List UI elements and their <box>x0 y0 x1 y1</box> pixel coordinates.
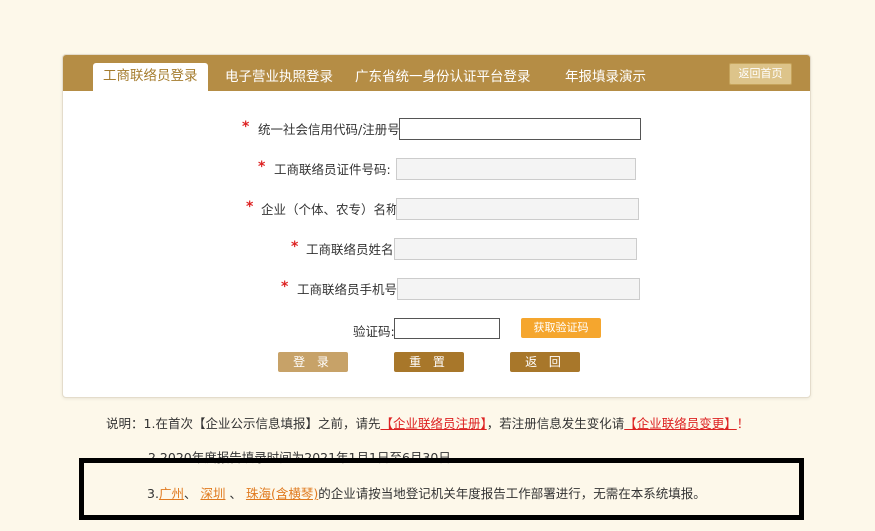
note-text: 1.在首次【企业公示信息填报】之前，请先 <box>143 416 381 431</box>
phone-input[interactable] <box>397 278 640 300</box>
required-mark: * <box>281 279 289 295</box>
id-number-label: 工商联络员证件号码: <box>274 162 391 177</box>
tab-contact-login[interactable]: 工商联络员登录 <box>93 63 208 91</box>
phone-label: 工商联络员手机号: <box>297 282 402 297</box>
note-prefix: 说明： <box>106 416 144 431</box>
note-text: ，若注册信息发生变化请 <box>486 416 625 431</box>
id-number-input[interactable] <box>396 158 636 180</box>
tab-bar: 工商联络员登录 电子营业执照登录 广东省统一身份认证平台登录 年报填录演示 返回… <box>63 55 810 91</box>
required-mark: * <box>242 119 250 135</box>
tab-e-license-login[interactable]: 电子营业执照登录 <box>225 66 333 91</box>
credit-code-input[interactable] <box>399 118 641 140</box>
get-code-button[interactable]: 获取验证码 <box>521 318 601 338</box>
contact-change-link[interactable]: 【企业联络员变更】 <box>624 416 737 431</box>
return-home-button[interactable]: 返回首页 <box>729 63 792 85</box>
tab-gd-identity-login[interactable]: 广东省统一身份认证平台登录 <box>355 66 531 91</box>
contact-name-label: 工商联络员姓名: <box>306 242 398 257</box>
required-mark: * <box>246 199 254 215</box>
required-mark: * <box>258 159 266 175</box>
captcha-input[interactable] <box>394 318 500 339</box>
reset-button[interactable]: 重 置 <box>394 352 464 372</box>
note-text: ！ <box>736 416 750 431</box>
login-button[interactable]: 登 录 <box>278 352 348 372</box>
credit-code-label: 统一社会信用代码/注册号: <box>258 122 404 137</box>
company-name-input[interactable] <box>396 198 639 220</box>
highlight-box <box>79 458 804 520</box>
back-button[interactable]: 返 回 <box>510 352 580 372</box>
contact-name-input[interactable] <box>394 238 637 260</box>
login-panel: 工商联络员登录 电子营业执照登录 广东省统一身份认证平台登录 年报填录演示 返回… <box>62 54 811 398</box>
captcha-label: 验证码: <box>353 324 395 339</box>
company-name-label: 企业（个体、农专）名称: <box>261 202 403 217</box>
required-mark: * <box>291 239 299 255</box>
note-line-1: 说明：1.在首次【企业公示信息填报】之前，请先【企业联络员注册】，若注册信息发生… <box>106 413 749 432</box>
contact-register-link[interactable]: 【企业联络员注册】 <box>380 416 486 431</box>
tab-annual-report-demo[interactable]: 年报填录演示 <box>565 66 646 91</box>
